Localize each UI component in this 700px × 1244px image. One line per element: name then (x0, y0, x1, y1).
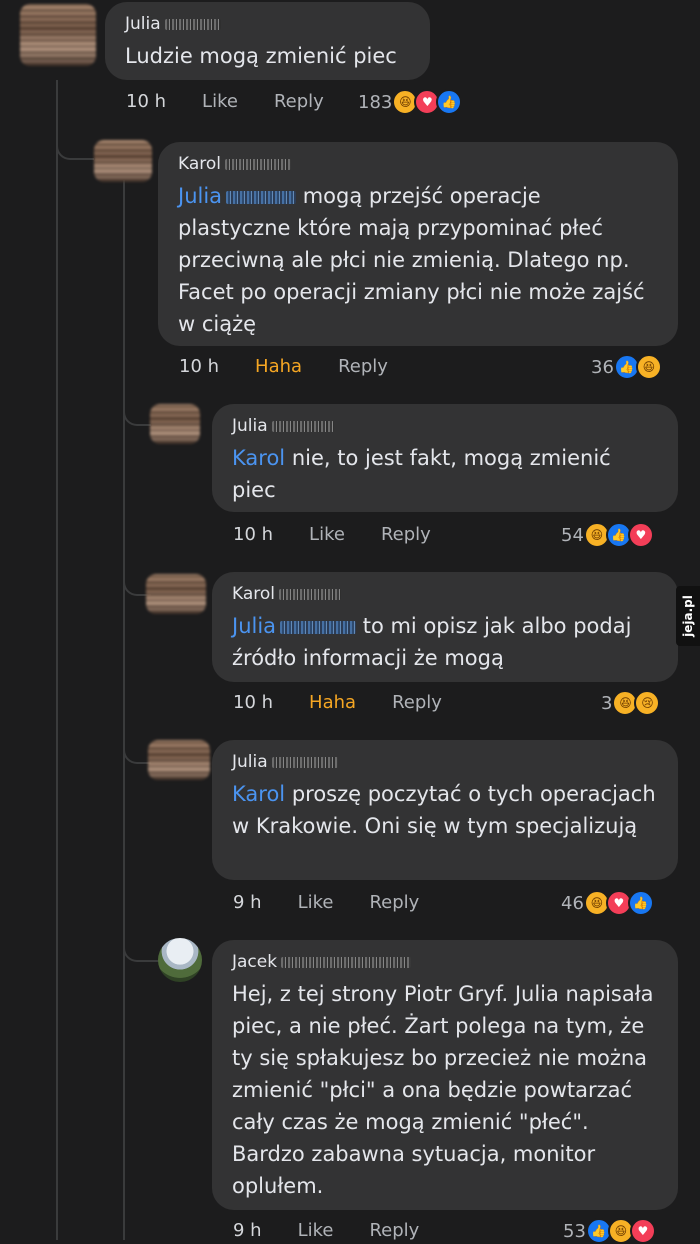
haha-reaction-button[interactable]: Haha (255, 356, 302, 377)
mention-link[interactable]: Karol (232, 782, 285, 806)
avatar[interactable] (148, 740, 210, 780)
timestamp[interactable]: 10 h (179, 356, 219, 377)
reply-button[interactable]: Reply (369, 1220, 419, 1241)
thread-elbow (123, 390, 151, 426)
comment-text: Julia to mi opisz jak albo podaj źródło … (232, 614, 632, 670)
comment-bubble: Julia Karol proszę poczytać o tych opera… (212, 740, 678, 880)
timestamp[interactable]: 10 h (233, 524, 273, 545)
comment-text: Ludzie mogą zmienić piec (125, 44, 397, 68)
comment-text: Karol nie, to jest fakt, mogą zmienić pi… (232, 446, 611, 502)
like-button[interactable]: Like (298, 1220, 334, 1241)
avatar[interactable] (158, 938, 202, 982)
love-reaction-icon: ♥ (629, 1218, 656, 1244)
mention-link[interactable]: Julia (178, 184, 222, 208)
comment-text: Hej, z tej strony Piotr Gryf. Julia napi… (232, 982, 654, 1198)
censored-mention (226, 190, 297, 204)
reaction-summary[interactable]: 53 👍 😆 ♥ (563, 1218, 656, 1244)
comment-bubble: Jacek Hej, z tej strony Piotr Gryf. Juli… (212, 940, 678, 1210)
reaction-count: 54 (561, 524, 584, 546)
avatar[interactable] (94, 140, 152, 182)
watermark-logo: jeja.pl (676, 586, 700, 646)
comment-actions: 10 h Haha Reply (233, 692, 478, 713)
comment-actions: 10 h Haha Reply (179, 356, 424, 377)
censored-surname (279, 588, 342, 600)
timestamp[interactable]: 10 h (126, 91, 166, 112)
comment-author[interactable]: Julia (232, 752, 268, 772)
comment-bubble: Julia Ludzie mogą zmienić piec (105, 2, 430, 80)
reaction-count: 3 (601, 692, 613, 714)
comment-text: Julia mogą przejść operacje plastyczne k… (178, 184, 645, 336)
like-button[interactable]: Like (309, 524, 345, 545)
comment-actions: 10 h Like Reply (126, 91, 360, 112)
reply-button[interactable]: Reply (274, 91, 324, 112)
thread-elbow (123, 926, 159, 962)
thread-elbow (56, 120, 94, 160)
reaction-count: 36 (591, 356, 614, 378)
timestamp[interactable]: 10 h (233, 692, 273, 713)
comment-author[interactable]: Julia (232, 416, 268, 436)
thread-elbow (123, 728, 151, 764)
timestamp[interactable]: 9 h (233, 1220, 262, 1241)
love-reaction-icon: ♥ (627, 522, 654, 548)
reply-button[interactable]: Reply (369, 892, 419, 913)
thread-line (56, 80, 58, 1240)
censored-mention (280, 620, 357, 634)
avatar[interactable] (146, 574, 206, 614)
comment-text: Karol proszę poczytać o tych operacjach … (232, 782, 656, 838)
censored-surname (271, 756, 338, 768)
reply-button[interactable]: Reply (338, 356, 388, 377)
avatar[interactable] (150, 404, 200, 444)
censored-surname (281, 956, 412, 968)
censored-surname (164, 18, 221, 30)
reaction-summary[interactable]: 46 😆 ♥ 👍 (561, 890, 654, 916)
reaction-summary[interactable]: 54 😆 👍 ♥ (561, 522, 654, 548)
avatar[interactable] (20, 4, 96, 66)
like-reaction-icon: 👍 (627, 890, 654, 916)
timestamp[interactable]: 9 h (233, 892, 262, 913)
thread-line (123, 180, 125, 1240)
comment-author[interactable]: Jacek (232, 952, 277, 972)
reply-button[interactable]: Reply (381, 524, 431, 545)
comment-actions: 9 h Like Reply (233, 1220, 455, 1241)
comment-author[interactable]: Julia (125, 14, 161, 34)
comment-actions: 10 h Like Reply (233, 524, 467, 545)
haha-reaction-icon: 😆 (635, 354, 662, 380)
comment-actions: 9 h Like Reply (233, 892, 455, 913)
sad-reaction-icon: 😢 (634, 690, 661, 716)
comment-bubble: Karol Julia mogą przejść operacje plasty… (158, 142, 678, 346)
like-button[interactable]: Like (202, 91, 238, 112)
comment-bubble: Karol Julia to mi opisz jak albo podaj ź… (212, 572, 678, 682)
censored-surname (271, 420, 334, 432)
censored-surname (225, 158, 292, 170)
haha-reaction-button[interactable]: Haha (309, 692, 356, 713)
reply-button[interactable]: Reply (392, 692, 442, 713)
mention-link[interactable]: Julia (232, 614, 276, 638)
mention-link[interactable]: Karol (232, 446, 285, 470)
like-button[interactable]: Like (298, 892, 334, 913)
reaction-count: 183 (358, 91, 393, 113)
reaction-count: 46 (561, 892, 584, 914)
comment-author[interactable]: Karol (232, 584, 275, 604)
reaction-count: 53 (563, 1220, 586, 1242)
reaction-summary[interactable]: 36 👍 😆 (591, 354, 662, 380)
comment-bubble: Julia Karol nie, to jest fakt, mogą zmie… (212, 404, 678, 512)
reaction-summary[interactable]: 3 😆 😢 (601, 690, 661, 716)
comment-author[interactable]: Karol (178, 154, 221, 174)
reaction-summary[interactable]: 183 😆 ♥ 👍 (358, 89, 463, 115)
like-reaction-icon: 👍 (436, 89, 463, 115)
